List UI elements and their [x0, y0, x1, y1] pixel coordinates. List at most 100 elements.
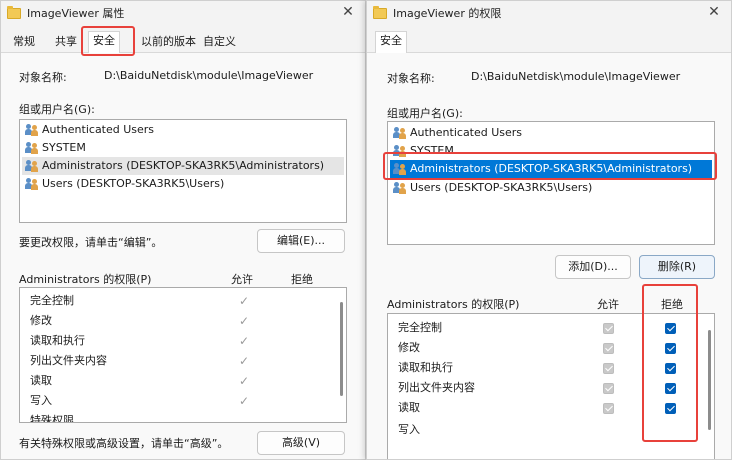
- perm-label: 读取: [30, 374, 52, 387]
- properties-window: ImageViewer 属性 ✕ 常规 共享 安全 以前的版本 自定义 对象名称…: [0, 0, 366, 460]
- tab-customize[interactable]: 自定义: [199, 33, 240, 53]
- list-item-users[interactable]: Users (DESKTOP-SKA3RK5\Users): [22, 175, 344, 193]
- allow-column-header: 允许: [597, 298, 619, 311]
- close-icon[interactable]: ✕: [339, 4, 357, 20]
- users-icon: [25, 124, 39, 136]
- allow-checkbox[interactable]: [603, 383, 614, 394]
- advanced-button[interactable]: 高级(V): [257, 431, 345, 455]
- deny-checkbox[interactable]: [665, 343, 676, 354]
- group-label: 组或用户名(G):: [387, 107, 463, 120]
- list-item-system[interactable]: SYSTEM: [22, 139, 344, 157]
- permission-list[interactable]: 完全控制 修改 读取和执行 列出文件夹内容 读取 写入: [387, 313, 715, 459]
- perm-label: 读取: [398, 401, 420, 414]
- perm-row: 修改: [22, 311, 344, 331]
- window-title: ImageViewer 的权限: [393, 7, 502, 20]
- deny-column-header: 拒绝: [291, 273, 313, 286]
- allow-column-header: 允许: [231, 273, 253, 286]
- perm-label: 修改: [398, 341, 420, 354]
- perm-row: 完全控制: [22, 291, 344, 311]
- tab-security[interactable]: 安全: [375, 31, 407, 54]
- tab-sharing[interactable]: 共享: [51, 33, 81, 53]
- list-item-label: SYSTEM: [410, 144, 454, 157]
- close-icon[interactable]: ✕: [705, 4, 723, 20]
- list-item-label: Administrators (DESKTOP-SKA3RK5\Administ…: [410, 162, 693, 175]
- folder-icon: [373, 5, 387, 19]
- tab-strip: 常规 共享 安全 以前的版本 自定义: [1, 31, 365, 54]
- perm-row: 写入: [22, 391, 344, 411]
- users-icon: [25, 178, 39, 190]
- list-item-label: SYSTEM: [42, 141, 86, 154]
- title-bar: ImageViewer 的权限 ✕: [367, 1, 731, 25]
- permission-header: Administrators 的权限(P): [19, 273, 152, 286]
- add-button[interactable]: 添加(D)...: [555, 255, 631, 279]
- list-item-system[interactable]: SYSTEM: [390, 142, 712, 160]
- list-item-authenticated-users[interactable]: Authenticated Users: [22, 121, 344, 139]
- tab-general[interactable]: 常规: [9, 33, 39, 53]
- perm-label: 读取和执行: [398, 361, 453, 374]
- list-item-label: Users (DESKTOP-SKA3RK5\Users): [42, 177, 225, 190]
- tab-previous-versions[interactable]: 以前的版本: [137, 33, 200, 53]
- users-icon: [393, 163, 407, 175]
- title-bar: ImageViewer 属性 ✕: [1, 1, 365, 25]
- tab-security[interactable]: 安全: [88, 31, 120, 54]
- list-item-label: Administrators (DESKTOP-SKA3RK5\Administ…: [42, 159, 325, 172]
- check-icon: ✓: [238, 334, 250, 348]
- edit-button[interactable]: 编辑(E)...: [257, 229, 345, 253]
- check-icon: ✓: [238, 354, 250, 368]
- allow-checkbox[interactable]: [603, 343, 614, 354]
- object-name-label: 对象名称:: [19, 71, 67, 84]
- allow-checkbox[interactable]: [603, 403, 614, 414]
- deny-checkbox[interactable]: [665, 403, 676, 414]
- permission-header: Administrators 的权限(P): [387, 298, 520, 311]
- list-item-label: Users (DESKTOP-SKA3RK5\Users): [410, 181, 593, 194]
- deny-checkbox[interactable]: [665, 363, 676, 374]
- change-hint: 要更改权限，请单击“编辑”。: [19, 236, 163, 249]
- scrollbar[interactable]: [340, 302, 343, 396]
- perm-label: 修改: [30, 314, 52, 327]
- deny-checkbox[interactable]: [665, 323, 676, 334]
- perm-label: 完全控制: [30, 294, 74, 307]
- perm-row: 列出文件夹内容: [22, 351, 344, 371]
- perm-label: 完全控制: [398, 321, 442, 334]
- user-list[interactable]: Authenticated Users SYSTEM Administrator…: [387, 121, 715, 245]
- list-item-label: Authenticated Users: [42, 123, 155, 136]
- perm-row: 读取和执行: [22, 331, 344, 351]
- check-icon: ✓: [238, 394, 250, 408]
- perm-row: 修改: [390, 338, 712, 358]
- group-label: 组或用户名(G):: [19, 103, 95, 116]
- tab-strip: 安全: [367, 31, 731, 54]
- check-icon: ✓: [238, 294, 250, 308]
- permission-list[interactable]: 完全控制 修改 读取和执行 列出文件夹内容 读取 写入 特殊权限 ✓ ✓ ✓ ✓…: [19, 287, 347, 423]
- scrollbar[interactable]: [708, 330, 711, 430]
- perm-row: 读取: [390, 398, 712, 418]
- check-icon: ✓: [238, 314, 250, 328]
- object-path: D:\BaiduNetdisk\module\ImageViewer: [471, 70, 681, 83]
- advanced-hint: 有关特殊权限或高级设置，请单击“高级”。: [19, 437, 229, 450]
- perm-row: 读取和执行: [390, 358, 712, 378]
- object-path: D:\BaiduNetdisk\module\ImageViewer: [104, 69, 314, 82]
- users-icon: [393, 145, 407, 157]
- list-item-label: Authenticated Users: [410, 126, 523, 139]
- user-list[interactable]: Authenticated Users SYSTEM Administrator…: [19, 119, 347, 223]
- allow-checkbox[interactable]: [603, 323, 614, 334]
- list-item-administrators[interactable]: Administrators (DESKTOP-SKA3RK5\Administ…: [22, 157, 344, 175]
- perm-row: 完全控制: [390, 318, 712, 338]
- deny-checkbox[interactable]: [665, 383, 676, 394]
- list-item-authenticated-users[interactable]: Authenticated Users: [390, 124, 712, 142]
- perm-label: 写入: [398, 423, 420, 436]
- object-name-label: 对象名称:: [387, 72, 435, 85]
- window-title: ImageViewer 属性: [27, 7, 125, 20]
- list-item-users[interactable]: Users (DESKTOP-SKA3RK5\Users): [390, 179, 712, 197]
- perm-row: 读取: [22, 371, 344, 391]
- permissions-dialog: ImageViewer 的权限 ✕ 安全 对象名称: D:\BaiduNetdi…: [366, 0, 732, 460]
- perm-row: 特殊权限: [22, 411, 344, 423]
- folder-icon: [7, 5, 21, 19]
- security-panel: 对象名称: D:\BaiduNetdisk\module\ImageViewer…: [1, 53, 365, 459]
- security-panel: 对象名称: D:\BaiduNetdisk\module\ImageViewer…: [367, 53, 731, 459]
- perm-label: 特殊权限: [30, 414, 74, 423]
- users-icon: [25, 142, 39, 154]
- allow-checkbox[interactable]: [603, 363, 614, 374]
- remove-button[interactable]: 删除(R): [639, 255, 715, 279]
- list-item-administrators[interactable]: Administrators (DESKTOP-SKA3RK5\Administ…: [390, 160, 712, 178]
- perm-label: 写入: [30, 394, 52, 407]
